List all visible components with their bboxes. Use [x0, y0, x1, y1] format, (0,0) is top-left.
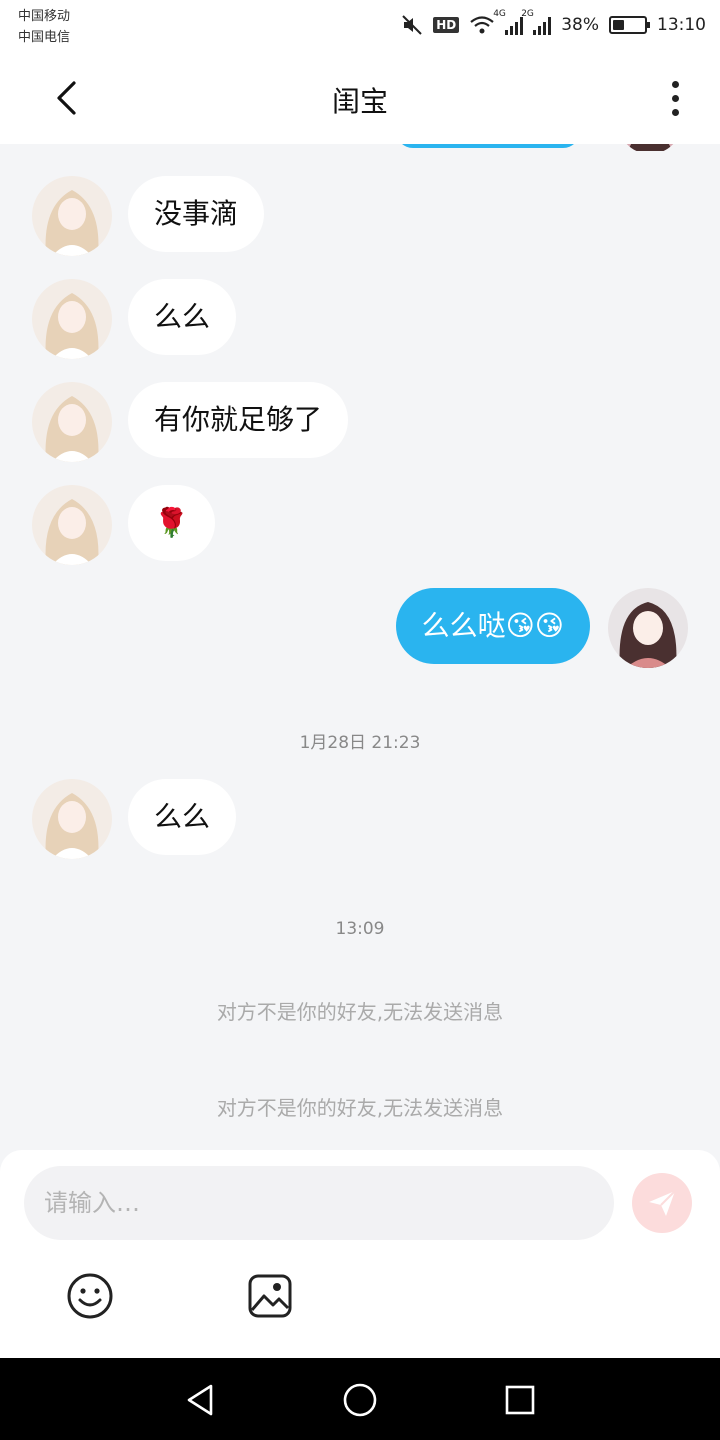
- message-bubble[interactable]: 么么: [128, 779, 237, 855]
- message-bubble[interactable]: 么么: [128, 279, 237, 355]
- wifi-icon: [470, 16, 494, 34]
- message-bubble[interactable]: 没事滴: [128, 176, 265, 252]
- status-icons: HD 4G 2G 38% 13:10: [401, 9, 706, 40]
- image-button[interactable]: [246, 1272, 294, 1320]
- avatar-friend[interactable]: [32, 176, 112, 256]
- square-recents-icon: [505, 1385, 535, 1415]
- mute-icon: [402, 15, 422, 35]
- smiley-icon: [67, 1273, 113, 1319]
- network-type-2: 2G: [521, 9, 534, 19]
- clock: 13:10: [657, 15, 706, 35]
- battery-level: [613, 20, 624, 30]
- message-bubble[interactable]: 有你就足够了: [128, 382, 349, 458]
- hd-badge: HD: [433, 17, 460, 33]
- carrier-2: 中国电信: [18, 30, 71, 45]
- previous-message-bubble: [396, 144, 580, 148]
- avatar-friend[interactable]: [32, 485, 112, 565]
- image-icon: [248, 1274, 292, 1318]
- system-notice: 对方不是你的好友,无法发送消息: [216, 1000, 504, 1024]
- message-list[interactable]: 没事滴 么么 有你就足够了 🌹 么么哒😘😘 1月28日 21:23 么么 13:…: [0, 144, 720, 1150]
- carrier-info: 中国移动 中国电信: [18, 6, 70, 48]
- page-title: 闺宝: [331, 85, 388, 118]
- message-row: 🌹: [0, 485, 720, 565]
- message-row: 没事滴: [0, 176, 720, 256]
- nav-home-button[interactable]: [338, 1378, 382, 1422]
- chat-header: 闺宝: [0, 52, 720, 144]
- message-row: 么么: [0, 779, 720, 859]
- network-type-1: 4G: [493, 9, 506, 19]
- system-notice: 对方不是你的好友,无法发送消息: [216, 1096, 504, 1120]
- circle-home-icon: [343, 1383, 377, 1417]
- message-row: 么么: [0, 279, 720, 359]
- timestamp: 13:09: [335, 919, 385, 939]
- triangle-back-icon: [187, 1384, 213, 1416]
- battery-icon: [609, 16, 650, 34]
- system-nav-bar: [0, 1358, 720, 1440]
- avatar-self[interactable]: [608, 588, 688, 668]
- message-row: 有你就足够了: [0, 382, 720, 462]
- nav-back-button[interactable]: [178, 1378, 222, 1422]
- message-bubble-self[interactable]: 么么哒😘😘: [395, 588, 590, 664]
- send-button[interactable]: [632, 1173, 692, 1233]
- battery-percent: 38%: [561, 15, 599, 35]
- status-bar: 中国移动 中国电信 HD 4G 2G 38% 13:10: [0, 0, 720, 52]
- nav-recents-button[interactable]: [498, 1378, 542, 1422]
- message-input[interactable]: [24, 1166, 614, 1240]
- carrier-1: 中国移动: [18, 9, 71, 24]
- emoji-button[interactable]: [66, 1272, 114, 1320]
- avatar-self-partial: [618, 144, 682, 154]
- message-row: 么么哒😘😘: [0, 588, 720, 668]
- more-vertical-icon: [671, 80, 679, 88]
- avatar-friend[interactable]: [32, 279, 112, 359]
- avatar-friend[interactable]: [32, 382, 112, 462]
- timestamp: 1月28日 21:23: [299, 733, 421, 753]
- signal-icon-2: 2G: [521, 9, 552, 35]
- more-button[interactable]: [660, 76, 690, 120]
- paper-plane-icon: [649, 1190, 676, 1216]
- composer: [0, 1150, 720, 1358]
- message-bubble[interactable]: 🌹: [128, 485, 215, 561]
- avatar-friend[interactable]: [32, 779, 112, 859]
